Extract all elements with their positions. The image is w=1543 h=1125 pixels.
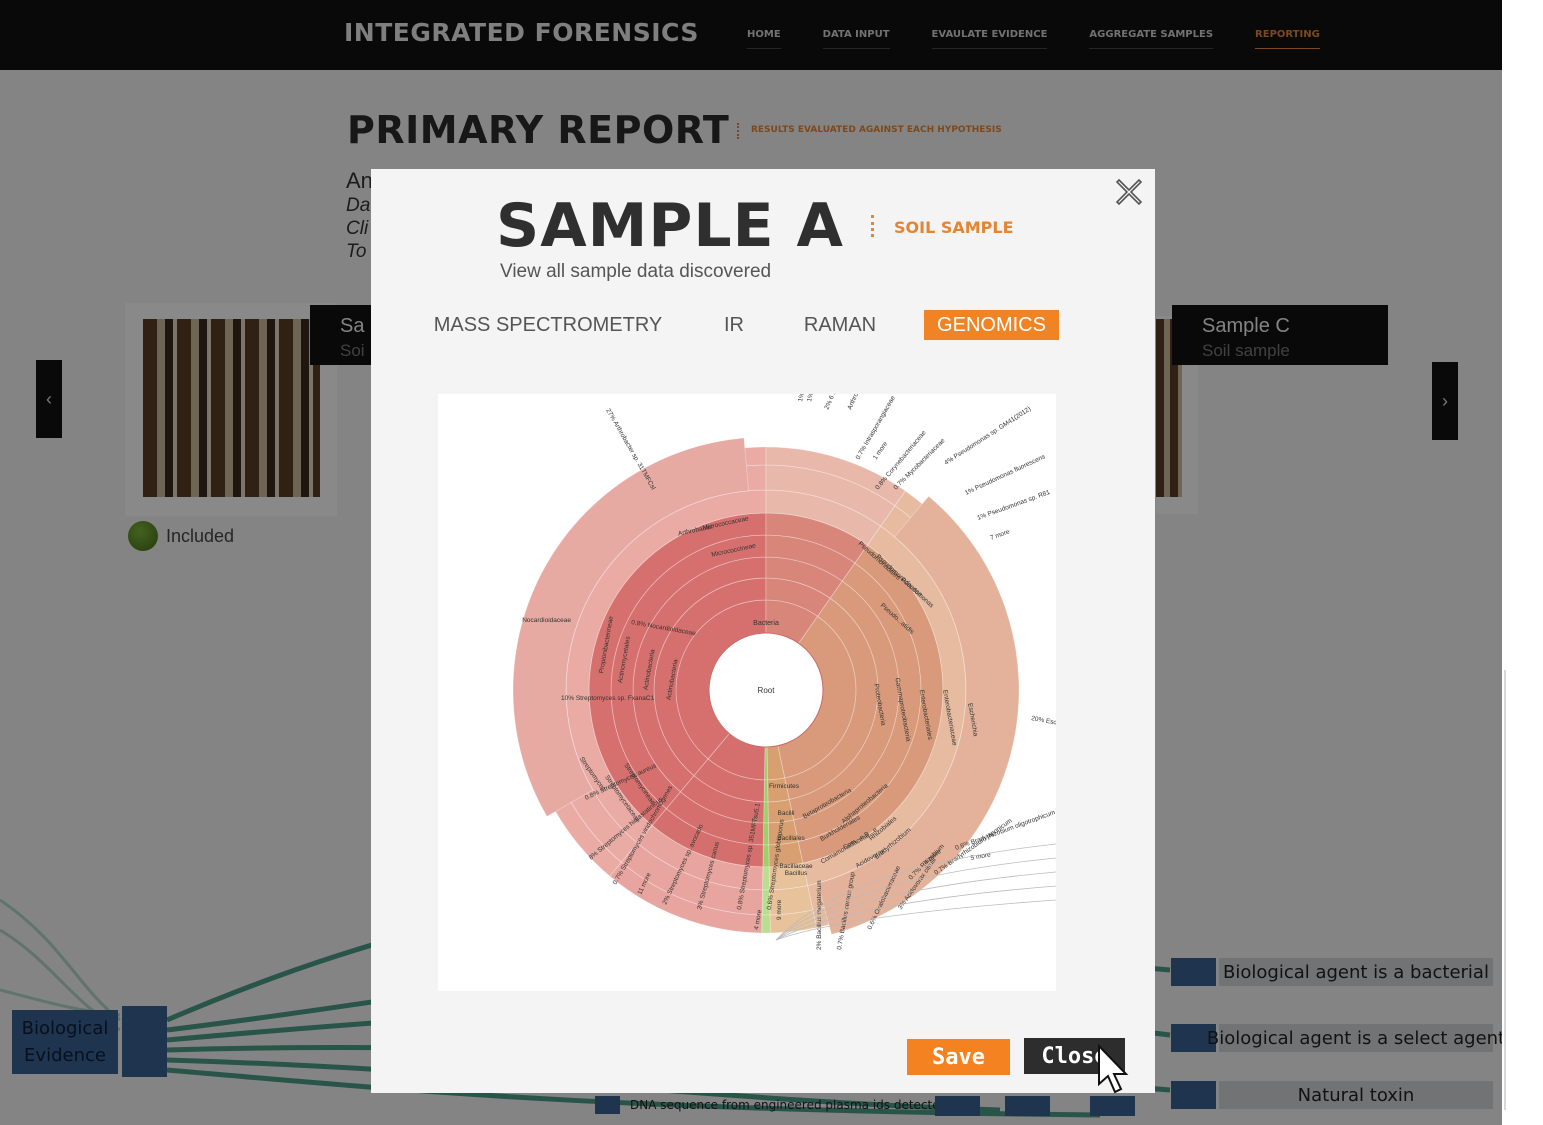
krona-label: Nocardioidaceae bbox=[522, 617, 571, 624]
krona-leaf-label: Arthrobacter sp. 1oc8FSH bbox=[846, 394, 883, 411]
save-button[interactable]: Save bbox=[907, 1039, 1010, 1075]
title-separator bbox=[871, 215, 874, 237]
krona-leaf-label: 2% Bacillus megaterium bbox=[816, 880, 823, 950]
krona-leaf-label: 1% Pseudomonas sp. R81 bbox=[976, 489, 1051, 522]
krona-segment[interactable] bbox=[762, 844, 770, 868]
tab-raman[interactable]: RAMAN bbox=[795, 310, 885, 340]
tab-mass-spectrometry[interactable]: MASS SPECTROMETRY bbox=[423, 310, 673, 340]
krona-label: Bacillaceae bbox=[779, 863, 813, 870]
krona-leaf-label: 10% Streptomyces sp. FxanaC1 bbox=[561, 695, 655, 702]
krona-leaf-label: 7 more bbox=[989, 528, 1011, 542]
krona-leaf-label: 1% Pseudomonas fluorescens bbox=[964, 453, 1047, 497]
page-edge bbox=[1502, 0, 1543, 1125]
krona-segment[interactable] bbox=[762, 822, 770, 846]
krona-segment[interactable] bbox=[761, 914, 771, 934]
krona-leaf-label: 9 more bbox=[776, 899, 783, 920]
krona-sunburst[interactable]: RootBacteriaActinobacteriaProteobacteria… bbox=[438, 394, 1056, 991]
krona-leaf-label: 1% Arthrobacter sp. FB24 bbox=[806, 394, 828, 402]
krona-leaf-label: 1 more bbox=[872, 440, 890, 461]
modal-title: SAMPLE A bbox=[496, 191, 844, 261]
krona-chart[interactable]: Root Bacteria Actinobacteria Proteobacteria… bbox=[438, 394, 1056, 991]
krona-leaf-label: 20% Escherichia coli bbox=[1031, 715, 1056, 732]
tab-genomics[interactable]: GENOMICS bbox=[924, 310, 1059, 340]
mouse-cursor-icon bbox=[1098, 1044, 1129, 1094]
krona-leaf-label: 2% 6 more bbox=[823, 394, 842, 411]
krona-root-label: Root bbox=[758, 686, 776, 695]
tab-ir[interactable]: IR bbox=[713, 310, 755, 340]
report-page: INTEGRATED FORENSICS HOME DATA INPUT EVA… bbox=[0, 0, 1502, 1125]
krona-label: Bacillus bbox=[785, 870, 808, 877]
krona-domain-label: Bacteria bbox=[753, 620, 779, 627]
divider bbox=[1504, 670, 1506, 1110]
modal-subtitle: SOIL SAMPLE bbox=[894, 218, 1014, 237]
modal-description: View all sample data discovered bbox=[500, 261, 772, 282]
sample-detail-modal: SAMPLE A SOIL SAMPLE View all sample dat… bbox=[371, 169, 1155, 1093]
krona-leaf-label: 4% Pseudomonas sp. GM41(2012) bbox=[943, 406, 1032, 467]
krona-label: Bacilli bbox=[778, 810, 795, 817]
krona-label: Firmicutes bbox=[769, 783, 800, 790]
close-icon[interactable] bbox=[1115, 178, 1143, 206]
